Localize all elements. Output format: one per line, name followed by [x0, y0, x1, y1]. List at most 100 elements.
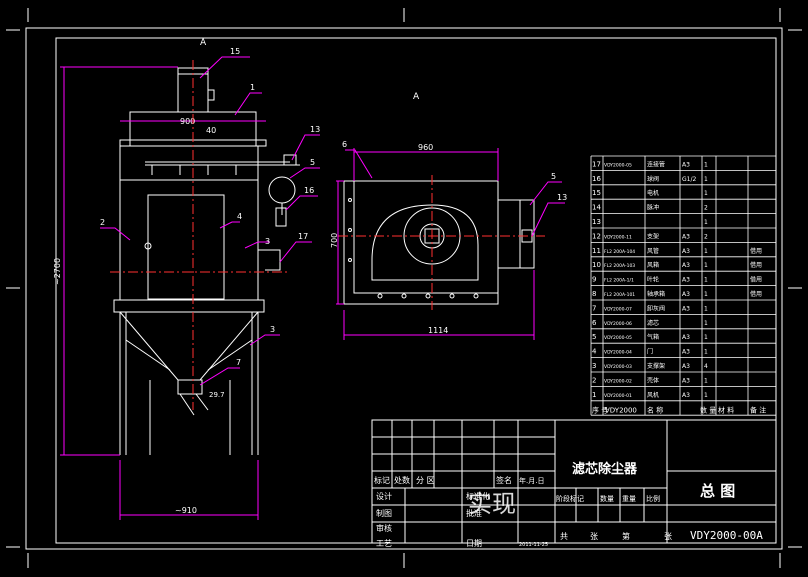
balloon-5a: 5 — [310, 158, 315, 167]
title-block: 标记 处数 分 区 签名 年.月.日 设计 制图 审核 工艺 标准化 批准 日期… — [371, 419, 777, 548]
tb-stamp: 实现 — [468, 490, 516, 518]
parts-row-material: A3 — [682, 334, 690, 341]
dim-inlet-offset: 40 — [206, 126, 216, 135]
tb-label-review: 审核 — [376, 523, 392, 533]
parts-row-note: 借用 — [750, 276, 762, 284]
dim-base-width: ~910 — [175, 506, 197, 515]
balloon-7: 7 — [236, 358, 241, 367]
parts-row-no: 11 — [592, 247, 601, 255]
parts-row-no: 14 — [592, 204, 601, 212]
parts-row-material: A3 — [682, 349, 690, 356]
parts-row-name: 轴承箱 — [647, 290, 665, 298]
dim-side-height: 700 — [330, 233, 339, 248]
dim-side-total-width: 1114 — [428, 326, 448, 335]
parts-row-code: VDY2000-07 — [604, 306, 632, 312]
parts-row-code: VDY2000-03 — [604, 364, 632, 370]
tb-label-process: 工艺 — [376, 539, 392, 548]
parts-row-material: A3 — [682, 363, 690, 370]
parts-row-no: 16 — [592, 175, 601, 183]
balloon-3a: 3 — [265, 237, 270, 246]
dim-inlet-angle: 29.7 — [209, 391, 225, 399]
parts-row-qty: 1 — [704, 248, 708, 255]
parts-row-qty: 4 — [704, 363, 708, 370]
parts-row-code: VDY2000-11 — [604, 234, 632, 240]
product-name: 滤芯除尘器 — [572, 461, 638, 477]
side-leaders — [345, 149, 565, 237]
parts-row-no: 9 — [592, 276, 596, 284]
tb-label-sheet-no: 第 — [622, 531, 630, 541]
parts-row-no: 4 — [592, 348, 597, 356]
parts-row-name: 气箱 — [647, 333, 659, 341]
parts-row-qty: 1 — [704, 377, 708, 384]
parts-row-material: A3 — [682, 277, 690, 284]
front-view: A 900 40 29.7 ~2700 ~910 15 1 13 5 16 2 … — [53, 38, 320, 520]
parts-list: 17 VDY2000-05 连接管 A3 116 球阀 G1/2 115 电机 114 脉冲 213 1… — [590, 155, 777, 416]
dim-total-height: ~2700 — [53, 258, 62, 285]
tb-label-stage: 阶段标记 — [556, 494, 584, 503]
balloon-16: 16 — [304, 186, 314, 195]
parts-header-qty: 数 量 — [700, 405, 716, 414]
parts-row-qty: 1 — [704, 277, 708, 284]
main-body — [119, 145, 259, 301]
section-mark-front: A — [200, 38, 207, 48]
parts-row-name: 卸灰阀 — [647, 304, 665, 312]
balloon-6: 6 — [342, 140, 347, 149]
tb-label-total: 共 — [560, 532, 568, 541]
tb-label-count: 处数 — [394, 475, 410, 485]
parts-row-name: 壳体 — [647, 376, 659, 384]
parts-row-no: 10 — [592, 261, 601, 269]
parts-row-name: 球阀 — [647, 175, 659, 183]
balloon-17: 17 — [298, 232, 308, 241]
parts-row-name: 支撑架 — [647, 362, 665, 370]
parts-row-no: 6 — [592, 319, 597, 327]
parts-row-material: A3 — [682, 161, 690, 168]
parts-row-code: VDY2000-02 — [604, 378, 632, 384]
tb-label-design: 设计 — [376, 491, 392, 501]
parts-row-code: VDY2000-04 — [604, 350, 632, 356]
parts-row-material: A3 — [682, 392, 690, 399]
drawing-title: 总 图 — [700, 482, 735, 500]
parts-row-name: 门 — [647, 348, 653, 356]
tb-label-sign: 签名 — [496, 475, 512, 485]
parts-row-name: 风机 — [647, 391, 659, 399]
parts-row-no: 3 — [592, 362, 596, 370]
parts-row-code: FL2 200A-1/1 — [604, 278, 634, 284]
tb-label-quantity: 数量 — [600, 494, 614, 503]
hopper — [119, 311, 259, 381]
parts-row-name: 电机 — [647, 189, 659, 197]
parts-header-code: VDY2000 — [605, 406, 637, 414]
front-dimensions — [60, 66, 259, 520]
tb-label-mark: 标记 — [374, 475, 390, 485]
parts-row-qty: 1 — [704, 161, 708, 168]
parts-row-code: FL2 200A-101 — [604, 292, 635, 298]
pressure-gauge — [268, 176, 296, 204]
parts-header-material: 材 料 — [718, 405, 734, 414]
side-dimensions — [336, 148, 535, 340]
parts-row-qty: 1 — [704, 334, 708, 341]
parts-row-qty: 1 — [704, 320, 708, 327]
parts-row-no: 12 — [592, 232, 601, 240]
parts-row-qty: 1 — [704, 291, 708, 298]
parts-row-qty: 1 — [704, 262, 708, 269]
balloon-15: 15 — [230, 47, 240, 56]
parts-row-material: A3 — [682, 291, 690, 298]
side-inlet-box — [497, 199, 535, 269]
balloon-2: 2 — [100, 218, 105, 227]
parts-header-name: 名 称 — [647, 405, 663, 414]
parts-row-no: 1 — [592, 391, 596, 399]
tb-label-date: 日期 — [466, 539, 482, 548]
parts-row-code: FL2 200A-104 — [604, 249, 635, 255]
parts-row-note: 借用 — [750, 247, 762, 255]
dim-side-width: 960 — [418, 143, 433, 152]
parts-row-name: 叶轮 — [647, 276, 659, 284]
parts-row-material: A3 — [682, 377, 690, 384]
front-leaders — [100, 56, 320, 386]
parts-row-material: A3 — [682, 305, 690, 312]
balloon-5b: 5 — [551, 172, 556, 181]
inner-frame — [55, 37, 777, 544]
parts-row-no: 17 — [592, 160, 601, 168]
parts-row-name: 风管 — [647, 247, 659, 255]
tb-label-sheets: 张 — [590, 532, 598, 541]
parts-row-qty: 1 — [704, 392, 708, 399]
parts-row-code: VDY2000-05 — [604, 335, 632, 341]
